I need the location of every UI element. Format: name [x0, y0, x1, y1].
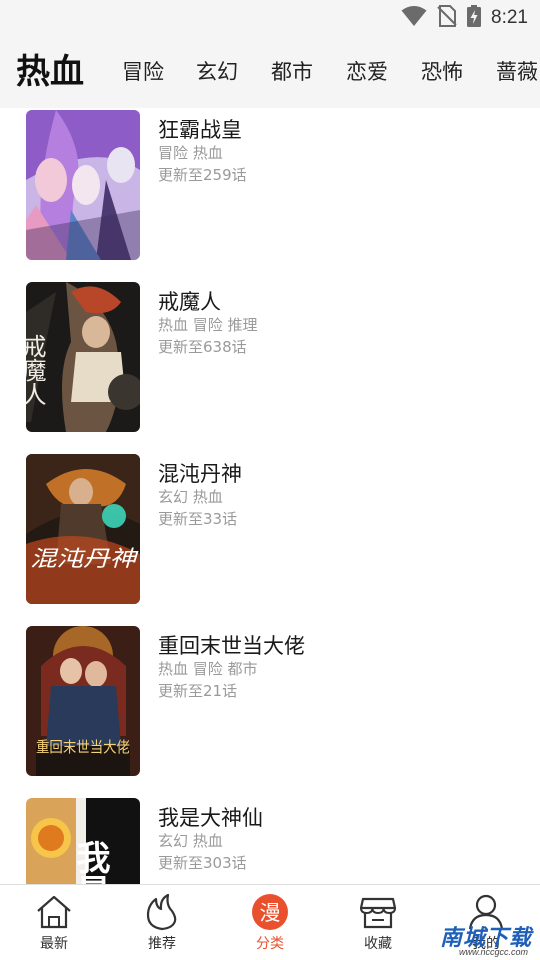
- store-icon: [358, 893, 398, 931]
- comic-title: 戒魔人: [158, 290, 221, 314]
- tab-category[interactable]: 冒险: [122, 36, 164, 108]
- comic-cover[interactable]: 混沌丹神: [26, 454, 140, 604]
- comic-cover[interactable]: 重回末世当大佬: [26, 626, 140, 776]
- comic-title: 狂霸战皇: [158, 118, 242, 142]
- comic-tags: 玄幻 热血: [158, 488, 223, 506]
- site-watermark: 南城下载 www.nccgcc.com: [414, 920, 532, 958]
- tab-category[interactable]: 蔷薇: [496, 36, 538, 108]
- comic-title: 重回末世当大佬: [158, 634, 305, 658]
- nav-item-latest[interactable]: 最新: [0, 885, 108, 960]
- status-icons: 8:21: [401, 5, 528, 31]
- status-bar: 8:21: [0, 0, 540, 36]
- tab-category[interactable]: 恐怖: [421, 36, 463, 108]
- comic-title: 混沌丹神: [158, 462, 242, 486]
- comic-list-item[interactable]: 戒魔人 戒魔人 热血 冒险 推理 更新至638话: [0, 280, 540, 452]
- comic-update-status: 更新至638话: [158, 338, 247, 356]
- comic-update-status: 更新至33话: [158, 510, 238, 528]
- watermark-url: www.nccgcc.com: [458, 947, 528, 957]
- cover-art-lettering: 戒魔人: [26, 334, 46, 406]
- tab-active-category[interactable]: 热血: [16, 36, 84, 108]
- comic-tags: 玄幻 热血: [158, 832, 223, 850]
- cover-art-lettering: 混沌丹神: [30, 547, 140, 572]
- comic-list-item[interactable]: 我是大神 我是大神仙 玄幻 热血 更新至303话: [0, 796, 540, 884]
- svg-text:漫: 漫: [260, 901, 281, 925]
- comic-update-status: 更新至21话: [158, 682, 238, 700]
- nav-item-recommend[interactable]: 推荐: [108, 885, 216, 960]
- tab-category[interactable]: 玄幻: [196, 36, 238, 108]
- comic-tags: 冒险 热血: [158, 144, 223, 162]
- category-tab-bar: 热血 冒险 玄幻 都市 恋爱 恐怖 蔷薇: [0, 36, 540, 108]
- nav-label: 分类: [256, 936, 284, 952]
- manga-category-icon: 漫: [250, 893, 290, 931]
- comic-cover[interactable]: [26, 110, 140, 260]
- comic-list[interactable]: 狂霸战皇 冒险 热血 更新至259话 戒魔人 戒魔人 热血 冒险 推理 更新至6…: [0, 108, 540, 884]
- nav-label: 推荐: [148, 936, 176, 952]
- comic-title: 我是大神仙: [158, 806, 263, 830]
- comic-update-status: 更新至259话: [158, 166, 247, 184]
- comic-tags: 热血 冒险 推理: [158, 316, 258, 334]
- cover-art-lettering: 重回末世当大佬: [36, 738, 130, 756]
- comic-cover[interactable]: 我是大神: [26, 798, 140, 884]
- home-icon: [34, 893, 74, 931]
- comic-update-status: 更新至303话: [158, 854, 247, 872]
- tab-category[interactable]: 都市: [271, 36, 313, 108]
- comic-list-item[interactable]: 混沌丹神 混沌丹神 玄幻 热血 更新至33话: [0, 452, 540, 624]
- tab-category[interactable]: 恋爱: [346, 36, 388, 108]
- cover-art-lettering: 我是大神: [70, 840, 110, 884]
- battery-charging-icon: [467, 5, 482, 31]
- status-time: 8:21: [491, 7, 528, 28]
- nav-item-category[interactable]: 漫 分类: [216, 885, 324, 960]
- comic-list-item[interactable]: 重回末世当大佬 重回末世当大佬 热血 冒险 都市 更新至21话: [0, 624, 540, 796]
- wifi-icon: [401, 5, 427, 31]
- comic-cover[interactable]: 戒魔人: [26, 282, 140, 432]
- nav-label: 最新: [40, 936, 68, 952]
- flame-icon: [142, 893, 182, 931]
- bottom-nav: 最新 推荐 漫 分类 收藏 我的 南城下载 www.nccgcc.com: [0, 884, 540, 960]
- no-sim-icon: [437, 5, 457, 31]
- comic-list-item[interactable]: 狂霸战皇 冒险 热血 更新至259话: [0, 108, 540, 280]
- comic-tags: 热血 冒险 都市: [158, 660, 258, 678]
